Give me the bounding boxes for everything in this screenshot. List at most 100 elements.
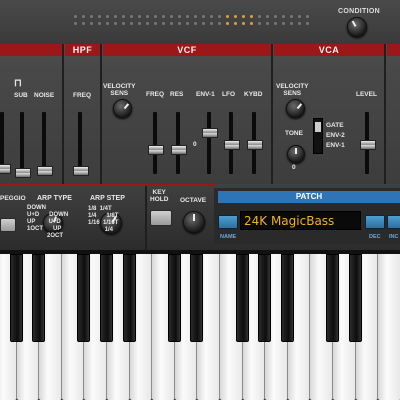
led-indicator (98, 15, 101, 18)
black-key[interactable] (32, 254, 46, 342)
hpf-freq-label: FREQ (73, 92, 92, 99)
black-key[interactable] (190, 254, 204, 342)
led-indicator (90, 22, 93, 25)
black-key[interactable] (77, 254, 91, 342)
led-indicator (186, 15, 189, 18)
led-indicator (266, 22, 269, 25)
section-header-vcf: VCF (103, 44, 271, 56)
led-indicator (130, 15, 133, 18)
hpf-freq-slider-track[interactable] (78, 112, 82, 174)
arpeggio-button[interactable] (0, 218, 16, 232)
dco-square-slider-cap[interactable] (0, 164, 11, 174)
condition-label: CONDITION (338, 8, 380, 15)
led-indicator (226, 22, 229, 25)
vca-tone-label: TONE (285, 130, 303, 137)
black-key[interactable] (235, 254, 249, 342)
section-header-env (387, 44, 400, 56)
led-indicator (258, 22, 261, 25)
condition-knob[interactable] (347, 17, 367, 37)
led-indicator (114, 15, 117, 18)
vcf-lfo-slider-cap[interactable] (224, 140, 240, 150)
led-indicator (130, 22, 133, 25)
dco-sub-slider-cap[interactable] (15, 168, 31, 178)
led-indicator (106, 22, 109, 25)
synth-panel (0, 44, 400, 184)
section-divider (384, 44, 386, 184)
led-indicator (178, 15, 181, 18)
patch-name-button-label: NAME (220, 234, 237, 240)
dco-noise-slider-cap[interactable] (37, 166, 53, 176)
vcf-res-label: RES (170, 91, 184, 98)
dco-sub-slider-track[interactable] (20, 112, 24, 174)
hpf-freq-slider-cap[interactable] (73, 166, 89, 176)
led-indicator (210, 15, 213, 18)
black-key[interactable] (258, 254, 272, 342)
led-indicator (210, 22, 213, 25)
section-divider (145, 186, 147, 250)
black-key[interactable] (326, 254, 339, 342)
arp-step-label: ARP STEP (90, 195, 125, 202)
vca-tone-knob[interactable] (287, 145, 305, 163)
vcf-freq-slider-cap[interactable] (148, 145, 164, 155)
dco-noise-slider-track[interactable] (42, 112, 46, 174)
patch-dec-button[interactable] (365, 215, 385, 229)
black-key[interactable] (167, 254, 181, 342)
led-indicator (170, 15, 173, 18)
patch-name-button[interactable] (218, 215, 238, 229)
vca-env1-label: ENV-1 (326, 142, 345, 149)
led-indicator (170, 22, 173, 25)
led-indicator (154, 15, 157, 18)
led-indicator (274, 15, 277, 18)
key-hold-button[interactable] (150, 210, 172, 226)
led-indicator (250, 22, 253, 25)
black-key[interactable] (100, 254, 113, 342)
vcf-freq-slider-track[interactable] (153, 112, 157, 174)
led-indicator (138, 22, 141, 25)
black-key[interactable] (348, 254, 362, 342)
led-indicator (274, 22, 277, 25)
led-indicator (234, 15, 237, 18)
black-key[interactable] (9, 254, 23, 342)
patch-inc-button[interactable] (387, 215, 400, 229)
arp-strip-red-line (0, 184, 215, 186)
led-indicator (162, 22, 165, 25)
led-indicator (226, 15, 229, 18)
led-indicator (114, 22, 117, 25)
vca-velocity-sens-knob[interactable] (286, 99, 305, 118)
white-key[interactable] (378, 254, 400, 400)
black-key[interactable] (122, 254, 136, 342)
led-indicator (162, 15, 165, 18)
vcf-velocity-sens-knob[interactable] (113, 99, 132, 118)
vcf-kybd-label: KYBD (244, 91, 263, 98)
vcf-env1-slider-cap[interactable] (202, 128, 218, 138)
led-indicator (202, 15, 205, 18)
patch-inc-button-label: INC (389, 234, 399, 240)
led-indicator (258, 15, 261, 18)
led-indicator (306, 15, 309, 18)
section-divider (62, 44, 64, 184)
led-indicator (122, 15, 125, 18)
section-header-dco (0, 44, 62, 56)
vca-level-slider-cap[interactable] (360, 140, 376, 150)
section-divider (271, 44, 273, 184)
led-indicator (138, 15, 141, 18)
vcf-velocity-sens-label: VELOCITY SENS (103, 83, 136, 97)
octave-knob[interactable] (183, 211, 205, 233)
led-indicator (242, 22, 245, 25)
led-indicator (146, 15, 149, 18)
black-key[interactable] (280, 254, 294, 342)
vcf-env1-slider-track[interactable] (207, 112, 211, 174)
led-indicator (98, 22, 101, 25)
led-indicator (290, 22, 293, 25)
patch-title-bar: PATCH (218, 191, 400, 203)
key-hold-label: KEY HOLD (150, 189, 169, 203)
vcf-res-slider-track[interactable] (176, 112, 180, 174)
vcf-kybd-slider-cap[interactable] (247, 140, 263, 150)
vca-env2-label: ENV-2 (326, 132, 345, 139)
led-indicator (202, 22, 205, 25)
section-divider (100, 44, 102, 184)
square-wave-icon: ⊓ (14, 78, 22, 89)
led-indicator (282, 15, 285, 18)
vca-mode-switch[interactable] (313, 118, 323, 154)
vcf-res-slider-cap[interactable] (171, 145, 187, 155)
